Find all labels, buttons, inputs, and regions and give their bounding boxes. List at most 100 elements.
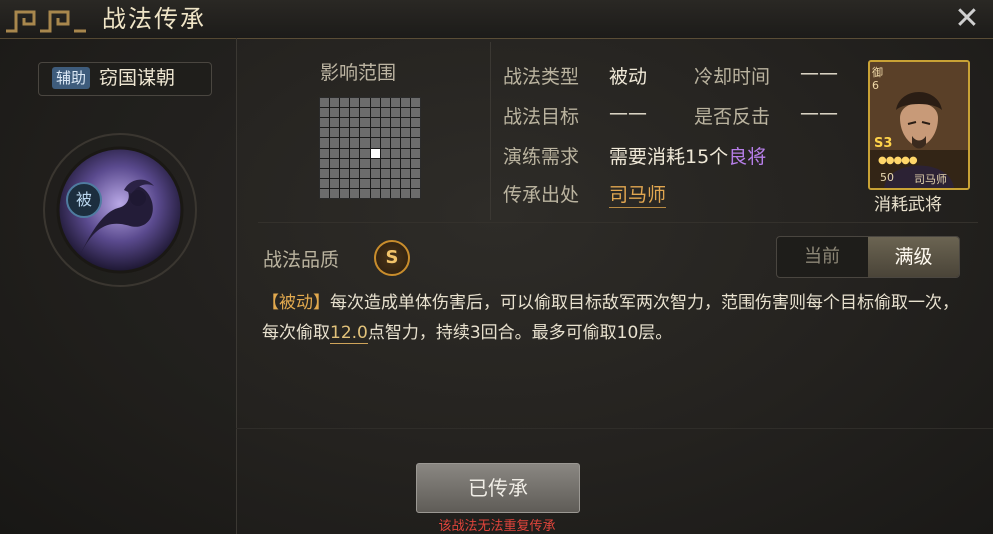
range-cell xyxy=(330,128,340,138)
range-cell xyxy=(340,178,350,188)
range-cell xyxy=(340,148,350,158)
range-cell xyxy=(320,158,330,168)
range-cell xyxy=(320,128,330,138)
range-cell xyxy=(320,188,330,198)
range-cell xyxy=(350,178,360,188)
source-label: 传承出处 xyxy=(503,184,580,206)
range-cell xyxy=(410,98,420,108)
range-cell xyxy=(380,128,390,138)
range-cell xyxy=(340,158,350,168)
range-cell xyxy=(410,128,420,138)
skill-type-tag: 辅助 xyxy=(52,67,90,89)
range-cell xyxy=(340,128,350,138)
quality-label: 战法品质 xyxy=(263,249,340,271)
range-cell xyxy=(390,138,400,148)
range-cell xyxy=(360,158,370,168)
range-cell xyxy=(360,188,370,198)
range-cell xyxy=(360,138,370,148)
counter-label: 是否反击 xyxy=(694,106,771,128)
range-cell xyxy=(410,108,420,118)
range-cell xyxy=(330,188,340,198)
range-cell xyxy=(410,188,420,198)
range-cell xyxy=(410,158,420,168)
type-label: 战法类型 xyxy=(503,66,580,88)
level-tabs: 当前 满级 xyxy=(776,236,960,278)
range-cell xyxy=(370,158,380,168)
range-cell xyxy=(350,108,360,118)
range-cell xyxy=(330,118,340,128)
range-cell xyxy=(330,158,340,168)
range-cell xyxy=(380,98,390,108)
range-cell xyxy=(350,188,360,198)
range-cell xyxy=(400,138,410,148)
inheritance-dialog: 战法传承 ✕ 辅助 窃国谋朝 被 影响范围 战法类型 被动 冷却时间 —— 战法… xyxy=(0,0,993,534)
range-cell xyxy=(390,128,400,138)
range-cell xyxy=(410,118,420,128)
description-tag: 【被动】 xyxy=(262,293,330,313)
close-icon[interactable]: ✕ xyxy=(950,2,984,36)
range-cell xyxy=(410,148,420,158)
range-cell xyxy=(380,138,390,148)
range-cell xyxy=(370,118,380,128)
requirement-label: 演练需求 xyxy=(503,146,580,168)
requirement-highlight: 良将 xyxy=(728,146,767,168)
repeat-inherit-notice: 该战法无法重复传承 xyxy=(438,519,556,534)
inherited-button[interactable]: 已传承 xyxy=(416,463,580,513)
range-cell xyxy=(340,138,350,148)
range-cell xyxy=(320,148,330,158)
range-cell xyxy=(350,118,360,128)
consume-hero-label: 消耗武将 xyxy=(874,195,942,215)
range-cell xyxy=(340,118,350,128)
range-cell xyxy=(390,108,400,118)
bottom-area xyxy=(236,428,993,534)
range-cell xyxy=(380,148,390,158)
range-cell xyxy=(400,188,410,198)
range-cell xyxy=(380,118,390,128)
hero-stars: ●●●●● xyxy=(878,155,918,166)
hero-card[interactable]: 御6 S3 ●●●●● 50 司马师 xyxy=(868,60,970,190)
range-cell xyxy=(320,178,330,188)
title-bar: 战法传承 ✕ xyxy=(0,0,993,39)
tab-max-level[interactable]: 满级 xyxy=(868,237,959,277)
passive-badge: 被 xyxy=(66,182,102,218)
type-value: 被动 xyxy=(609,66,648,88)
range-cell xyxy=(390,118,400,128)
range-cell xyxy=(390,168,400,178)
range-cell xyxy=(410,168,420,178)
range-cell xyxy=(340,168,350,178)
skill-description: 【被动】每次造成单体伤害后，可以偷取目标敌军两次智力，范围伤害则每个目标偷取一次… xyxy=(262,288,962,348)
requirement-text: 需要消耗15个 xyxy=(609,146,729,168)
range-cell xyxy=(370,128,380,138)
range-cell xyxy=(350,128,360,138)
tab-current[interactable]: 当前 xyxy=(777,237,867,277)
range-cell xyxy=(400,108,410,118)
divider xyxy=(258,222,978,223)
requirement-value: 需要消耗15个良将 xyxy=(609,142,766,169)
range-cell xyxy=(330,108,340,118)
hero-side-label: 御6 xyxy=(872,66,883,92)
range-cell xyxy=(370,108,380,118)
cooldown-value: —— xyxy=(800,62,838,84)
range-cell xyxy=(330,168,340,178)
range-cell xyxy=(320,168,330,178)
range-cell xyxy=(410,138,420,148)
range-cell xyxy=(330,178,340,188)
range-cell xyxy=(400,118,410,128)
skill-name-box: 辅助 窃国谋朝 xyxy=(38,62,212,96)
range-cell xyxy=(380,158,390,168)
range-cell xyxy=(320,98,330,108)
range-cell xyxy=(390,178,400,188)
range-cell xyxy=(400,168,410,178)
range-cell xyxy=(350,168,360,178)
quality-badge: S xyxy=(374,240,410,276)
description-text-end: 点智力，持续3回合。最多可偷取10层。 xyxy=(367,323,673,343)
hero-card-name: 司马师 xyxy=(914,173,947,186)
source-hero-link[interactable]: 司马师 xyxy=(609,180,667,208)
range-cell xyxy=(350,98,360,108)
range-cell xyxy=(360,178,370,188)
skill-name: 窃国谋朝 xyxy=(99,67,176,89)
dialog-title: 战法传承 xyxy=(102,5,206,33)
range-cell-target xyxy=(370,148,380,158)
range-cell xyxy=(400,98,410,108)
range-cell xyxy=(390,188,400,198)
